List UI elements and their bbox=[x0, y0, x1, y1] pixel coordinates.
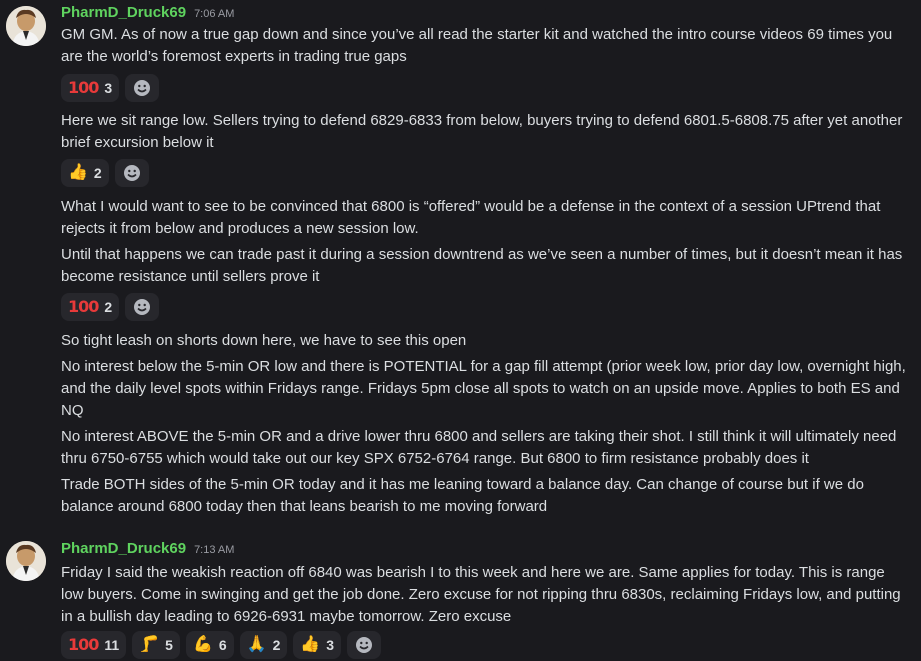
message-text: No interest below the 5-min OR low and t… bbox=[61, 358, 906, 419]
reaction-hundred[interactable]: 100 11 bbox=[61, 631, 127, 659]
message-text: What I would want to see to be convinced… bbox=[61, 198, 881, 237]
message-header: PharmD_Druck69 7:06 AM bbox=[61, 4, 234, 21]
flexed-bicep-icon: 💪 bbox=[192, 636, 213, 653]
folded-hands-icon: 🙏 bbox=[246, 636, 267, 653]
hundred-icon: 100 bbox=[68, 78, 99, 97]
reaction-folded-hands[interactable]: 🙏 2 bbox=[239, 631, 288, 659]
message-text: Until that happens we can trade past it … bbox=[61, 246, 903, 285]
reaction-hundred[interactable]: 100 2 bbox=[61, 293, 120, 321]
message-text: So tight leash on shorts down here, we h… bbox=[61, 332, 467, 349]
message-header: PharmD_Druck69 7:13 AM bbox=[61, 540, 234, 557]
message-text: Friday I said the weakish reaction off 6… bbox=[61, 564, 901, 625]
reaction-count: 11 bbox=[104, 637, 120, 653]
reaction-count: 3 bbox=[326, 637, 335, 653]
reaction-bar: 👍 2 bbox=[61, 159, 149, 187]
smiley-icon bbox=[134, 299, 151, 315]
add-reaction-button[interactable] bbox=[114, 159, 149, 187]
reaction-leg[interactable]: 🦵 5 bbox=[132, 631, 180, 659]
add-reaction-button[interactable] bbox=[347, 631, 382, 659]
reaction-hundred[interactable]: 100 3 bbox=[61, 74, 120, 102]
chat-messages: PharmD_Druck69 7:06 AM GM GM. As of now … bbox=[0, 0, 921, 661]
username[interactable]: PharmD_Druck69 bbox=[61, 4, 186, 21]
reaction-bar: 100 3 bbox=[61, 74, 160, 102]
smiley-icon bbox=[123, 165, 140, 181]
avatar[interactable] bbox=[6, 6, 46, 46]
add-reaction-button[interactable] bbox=[125, 74, 160, 102]
reaction-count: 6 bbox=[218, 637, 227, 653]
reaction-count: 5 bbox=[165, 637, 173, 653]
reaction-thumbs-up[interactable]: 👍 2 bbox=[61, 159, 109, 187]
smiley-icon bbox=[134, 80, 151, 96]
thumbs-up-icon: 👍 bbox=[68, 164, 88, 181]
smiley-icon bbox=[356, 637, 373, 653]
reaction-bar: 100 11 🦵 5 💪 6 🙏 2 👍 3 bbox=[61, 631, 382, 659]
add-reaction-button[interactable] bbox=[125, 293, 160, 321]
reaction-bar: 100 2 bbox=[61, 293, 160, 321]
thumbs-up-icon: 👍 bbox=[300, 636, 321, 653]
reaction-thumbs-up[interactable]: 👍 3 bbox=[293, 631, 342, 659]
hundred-icon: 100 bbox=[68, 635, 99, 654]
hundred-icon: 100 bbox=[68, 297, 99, 316]
reaction-count: 3 bbox=[104, 80, 113, 96]
username[interactable]: PharmD_Druck69 bbox=[61, 540, 186, 557]
reaction-count: 2 bbox=[272, 637, 281, 653]
message-text: Here we sit range low. Sellers trying to… bbox=[61, 112, 903, 151]
timestamp[interactable]: 7:06 AM bbox=[194, 8, 234, 20]
reaction-count: 2 bbox=[93, 165, 102, 181]
reaction-count: 2 bbox=[104, 299, 113, 315]
message-text: Trade BOTH sides of the 5-min OR today a… bbox=[61, 476, 864, 515]
message-text: No interest ABOVE the 5-min OR and a dri… bbox=[61, 428, 897, 467]
message-text: GM GM. As of now a true gap down and sin… bbox=[61, 26, 893, 65]
avatar[interactable] bbox=[6, 541, 46, 581]
timestamp[interactable]: 7:13 AM bbox=[194, 544, 234, 556]
leg-icon: 🦵 bbox=[139, 636, 160, 653]
reaction-flexed-bicep[interactable]: 💪 6 bbox=[185, 631, 234, 659]
